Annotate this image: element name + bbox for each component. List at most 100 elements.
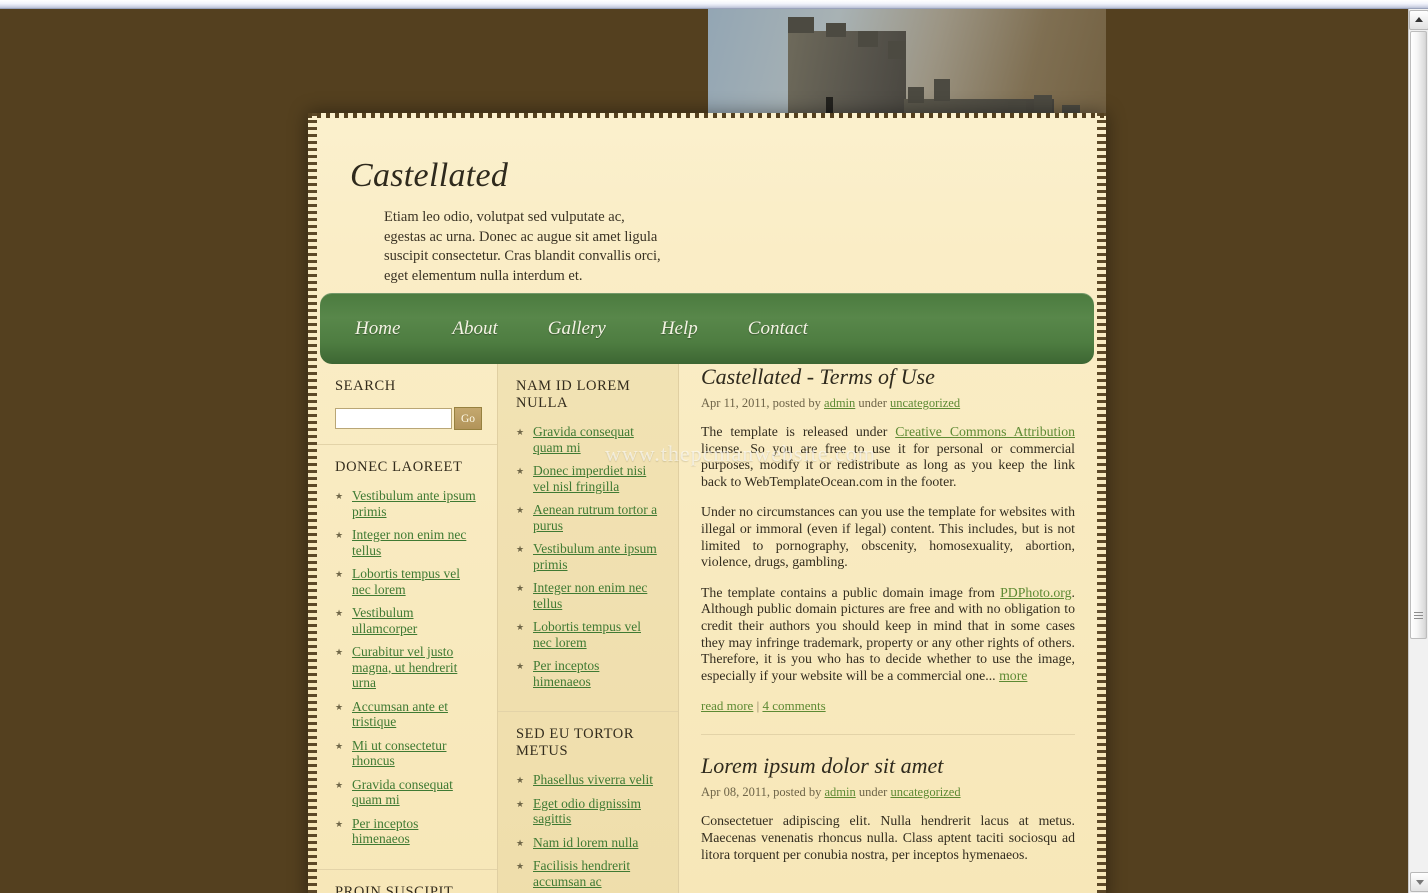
- vertical-scrollbar[interactable]: [1408, 9, 1428, 893]
- widget-link[interactable]: Vestibulum ullamcorper: [352, 605, 417, 636]
- list-item: Nam id lorem nulla: [516, 835, 660, 851]
- pdphoto-link[interactable]: PDPhoto.org: [1000, 585, 1071, 600]
- widget-link[interactable]: Per inceptos himenaeos: [352, 816, 418, 847]
- list-item: Mi ut consectetur rhoncus: [335, 738, 479, 769]
- content-page: Castellated Etiam leo odio, volutpat sed…: [308, 113, 1106, 893]
- list-item: Integer non enim nec tellus: [516, 580, 660, 611]
- widget-link[interactable]: Mi ut consectetur rhoncus: [352, 738, 446, 769]
- paragraph-text: The template is released under: [701, 424, 896, 439]
- widget-title: PROIN SUSCIPIT: [335, 883, 454, 893]
- post-title: Lorem ipsum dolor sit amet: [701, 753, 944, 779]
- nav-item-contact[interactable]: Contact: [748, 318, 808, 340]
- search-go-button[interactable]: Go: [454, 407, 482, 430]
- widget-link[interactable]: Facilisis hendrerit accumsan ac: [533, 858, 630, 889]
- license-link[interactable]: Creative Commons Attribution: [895, 424, 1075, 439]
- post-footer-links: read more | 4 comments: [701, 698, 1075, 714]
- widget-link[interactable]: Integer non enim nec tellus: [533, 580, 647, 611]
- site-tagline: Etiam leo odio, volutpat sed vulputate a…: [384, 209, 661, 284]
- post-terms-of-use: Castellated - Terms of Use Apr 11, 2011,…: [701, 364, 1075, 714]
- list-item: Vestibulum ullamcorper: [335, 605, 479, 636]
- list-item: Donec imperdiet nisi vel nisl fringilla: [516, 463, 660, 494]
- list-item: Gravida consequat quam mi: [335, 777, 479, 808]
- merlon: [1034, 95, 1052, 115]
- widget-link[interactable]: Donec imperdiet nisi vel nisl fringilla: [533, 463, 646, 494]
- post-meta-mid: under: [855, 785, 891, 800]
- post-category-link[interactable]: uncategorized: [890, 396, 960, 410]
- list-item: Aenean rutrum tortor a purus: [516, 502, 660, 533]
- widget-link[interactable]: Curabitur vel justo magna, ut hendrerit …: [352, 644, 457, 690]
- widget-link[interactable]: Integer non enim nec tellus: [352, 527, 466, 558]
- post-lorem-ipsum: Lorem ipsum dolor sit amet Apr 08, 2011,…: [701, 734, 1075, 863]
- site-header: Castellated Etiam leo odio, volutpat sed…: [308, 113, 708, 295]
- post-paragraph-1: The template is released under Creative …: [701, 424, 1075, 490]
- widget-link[interactable]: Gravida consequat quam mi: [352, 777, 453, 808]
- list-item: Vestibulum ante ipsum primis: [335, 488, 479, 519]
- widget-link[interactable]: Gravida consequat quam mi: [533, 424, 634, 455]
- widget-sed-eu-tortor-metus: SED EU TORTOR METUS Phasellus viverra ve…: [498, 711, 678, 893]
- widget-link[interactable]: Accumsan ante et tristique: [352, 699, 448, 730]
- merlon: [858, 31, 878, 47]
- sidebar-middle: NAM ID LOREM NULLA Gravida consequat qua…: [497, 364, 679, 893]
- widget-title: DONEC LAOREET: [335, 459, 463, 475]
- columns-container: SEARCH Go DONEC LAOREET Vestibulum ante …: [317, 364, 1097, 893]
- paragraph-text: license. So you are free to use it for p…: [701, 440, 1075, 489]
- widget-link[interactable]: Eget odio dignissim sagittis: [533, 796, 641, 827]
- nav-item-help[interactable]: Help: [661, 318, 698, 340]
- scroll-down-button[interactable]: [1410, 872, 1428, 892]
- main-content: Castellated - Terms of Use Apr 11, 2011,…: [679, 364, 1097, 893]
- post-paragraph-2: Under no circumstances can you use the t…: [701, 504, 1075, 570]
- post-title: Castellated - Terms of Use: [701, 364, 935, 389]
- paragraph-text: The template contains a public domain im…: [701, 584, 1001, 600]
- list-item: Curabitur vel justo magna, ut hendrerit …: [335, 644, 479, 691]
- widget-link[interactable]: Phasellus viverra velit: [533, 772, 653, 787]
- list-item: Per inceptos himenaeos: [516, 658, 660, 689]
- merlon: [934, 79, 950, 101]
- scrollbar-thumb[interactable]: [1410, 31, 1427, 639]
- widget-link[interactable]: Lobortis tempus vel nec lorem: [533, 619, 641, 650]
- widget-title: SED EU TORTOR METUS: [516, 726, 635, 759]
- post-meta-mid: under: [855, 396, 890, 410]
- search-widget-title: SEARCH: [335, 378, 396, 394]
- merlon: [788, 17, 814, 33]
- list-item: Phasellus viverra velit: [516, 772, 660, 788]
- post-author-link[interactable]: admin: [825, 785, 856, 799]
- post-date: Apr 11, 2011, posted by: [701, 396, 825, 410]
- widget-link-list: Gravida consequat quam mi Donec imperdie…: [516, 424, 660, 689]
- comments-link[interactable]: 4 comments: [762, 698, 825, 713]
- post-paragraph-1: Consectetuer adipiscing elit. Nulla hend…: [701, 813, 1075, 862]
- scroll-up-button[interactable]: [1409, 10, 1428, 30]
- widget-link[interactable]: Nam id lorem nulla: [533, 835, 638, 850]
- widget-link[interactable]: Vestibulum ante ipsum primis: [352, 488, 476, 519]
- post-paragraph-3: The template contains a public domain im…: [701, 585, 1075, 685]
- scrollbar-grip-icon: [1410, 609, 1427, 621]
- widget-nam-id-lorem-nulla: NAM ID LOREM NULLA Gravida consequat qua…: [498, 364, 678, 711]
- post-meta: Apr 08, 2011, posted by admin under unca…: [701, 785, 1075, 800]
- sidebar-left: SEARCH Go DONEC LAOREET Vestibulum ante …: [317, 364, 497, 893]
- widget-link[interactable]: Lobortis tempus vel nec lorem: [352, 566, 460, 597]
- widget-donec-laoreet: DONEC LAOREET Vestibulum ante ipsum prim…: [317, 444, 497, 869]
- widget-link[interactable]: Aenean rutrum tortor a purus: [533, 502, 657, 533]
- post-category-link[interactable]: uncategorized: [890, 785, 960, 799]
- read-more-link[interactable]: read more: [701, 698, 753, 713]
- merlon: [908, 87, 924, 103]
- widget-proin-suscipit: PROIN SUSCIPIT Praesent eu erat et nisl …: [317, 868, 497, 893]
- main-navigation: Home About Gallery Help Contact: [320, 293, 1094, 364]
- browser-chrome-top-edge: [0, 0, 1428, 9]
- widget-link[interactable]: Vestibulum ante ipsum primis: [533, 541, 657, 572]
- post-author-link[interactable]: admin: [824, 396, 855, 410]
- list-item: Per inceptos himenaeos: [335, 816, 479, 847]
- nav-item-gallery[interactable]: Gallery: [548, 318, 606, 340]
- page-background: Castellated Etiam leo odio, volutpat sed…: [0, 9, 1408, 893]
- list-item: Vestibulum ante ipsum primis: [516, 541, 660, 572]
- merlon: [888, 41, 906, 59]
- search-row: Go: [335, 407, 482, 430]
- post-meta: Apr 11, 2011, posted by admin under unca…: [701, 396, 1075, 411]
- more-link[interactable]: more: [999, 668, 1027, 683]
- widget-link-list: Vestibulum ante ipsum primis Integer non…: [335, 488, 479, 847]
- list-item: Facilisis hendrerit accumsan ac: [516, 858, 660, 889]
- nav-item-home[interactable]: Home: [355, 318, 400, 340]
- nav-item-about[interactable]: About: [452, 318, 497, 340]
- paper-right-torn-edge: [1097, 113, 1106, 893]
- widget-link[interactable]: Per inceptos himenaeos: [533, 658, 599, 689]
- search-input[interactable]: [335, 408, 452, 429]
